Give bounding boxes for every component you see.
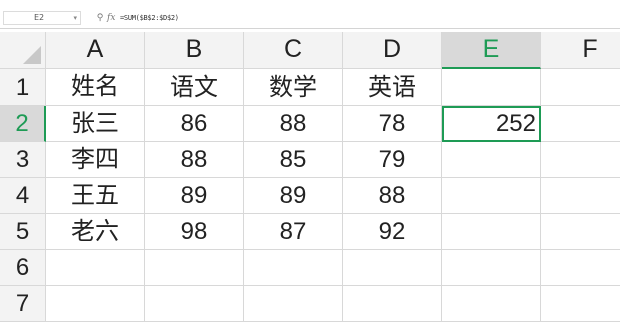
cell-e6[interactable] [442,250,541,286]
cell-b4[interactable]: 89 [145,178,244,214]
cell-b3[interactable]: 88 [145,142,244,178]
cell-a3[interactable]: 李四 [46,142,145,178]
name-box-value: E2 [34,13,45,22]
cell-f3[interactable] [541,142,620,178]
cell-b7[interactable] [145,286,244,322]
row-header-1[interactable]: 1 [0,69,46,106]
column-header-d[interactable]: D [343,32,442,69]
cell-b1[interactable]: 语文 [145,69,244,106]
cell-c7[interactable] [244,286,343,322]
cell-d5[interactable]: 92 [343,214,442,250]
row-header-7[interactable]: 7 [0,286,46,322]
cell-d6[interactable] [343,250,442,286]
row-header-3[interactable]: 3 [0,142,46,178]
select-all-corner[interactable] [0,32,46,69]
cell-a7[interactable] [46,286,145,322]
formula-bar: E2 ▾ ⚲ fx =SUM($B$2:$D$2) [0,0,620,29]
cell-c1[interactable]: 数学 [244,69,343,106]
magnifier-icon[interactable]: ⚲ [95,11,105,25]
cell-b6[interactable] [145,250,244,286]
cell-a4[interactable]: 王五 [46,178,145,214]
cell-b2[interactable]: 86 [145,106,244,142]
formula-tools: ⚲ fx [95,11,116,25]
cell-e7[interactable] [442,286,541,322]
formula-input[interactable]: =SUM($B$2:$D$2) [120,11,179,25]
cell-a5[interactable]: 老六 [46,214,145,250]
cell-f6[interactable] [541,250,620,286]
cell-c5[interactable]: 87 [244,214,343,250]
cell-c4[interactable]: 89 [244,178,343,214]
column-header-a[interactable]: A [46,32,145,69]
cell-e1[interactable] [442,69,541,106]
cell-a2[interactable]: 张三 [46,106,145,142]
cell-d7[interactable] [343,286,442,322]
column-header-e[interactable]: E [442,32,541,69]
cell-e3[interactable] [442,142,541,178]
cell-c6[interactable] [244,250,343,286]
row-header-4[interactable]: 4 [0,178,46,214]
cell-f7[interactable] [541,286,620,322]
cell-e2[interactable]: 252 [442,106,541,142]
cell-f5[interactable] [541,214,620,250]
cell-d3[interactable]: 79 [343,142,442,178]
cell-f2[interactable] [541,106,620,142]
cell-e5[interactable] [442,214,541,250]
cell-c2[interactable]: 88 [244,106,343,142]
cell-f1[interactable] [541,69,620,106]
cell-d2[interactable]: 78 [343,106,442,142]
cell-b5[interactable]: 98 [145,214,244,250]
cell-e4[interactable] [442,178,541,214]
select-all-icon [23,46,41,64]
chevron-down-icon[interactable]: ▾ [73,12,77,24]
fx-button[interactable]: fx [107,13,115,23]
cell-d4[interactable]: 88 [343,178,442,214]
row-header-5[interactable]: 5 [0,214,46,250]
cell-a6[interactable] [46,250,145,286]
column-header-f[interactable]: F [541,32,620,69]
cell-d1[interactable]: 英语 [343,69,442,106]
name-box[interactable]: E2 ▾ [3,11,81,25]
cell-c3[interactable]: 85 [244,142,343,178]
column-header-c[interactable]: C [244,32,343,69]
cell-f4[interactable] [541,178,620,214]
row-header-2[interactable]: 2 [0,106,46,142]
row-header-6[interactable]: 6 [0,250,46,286]
column-header-b[interactable]: B [145,32,244,69]
cell-a1[interactable]: 姓名 [46,69,145,106]
